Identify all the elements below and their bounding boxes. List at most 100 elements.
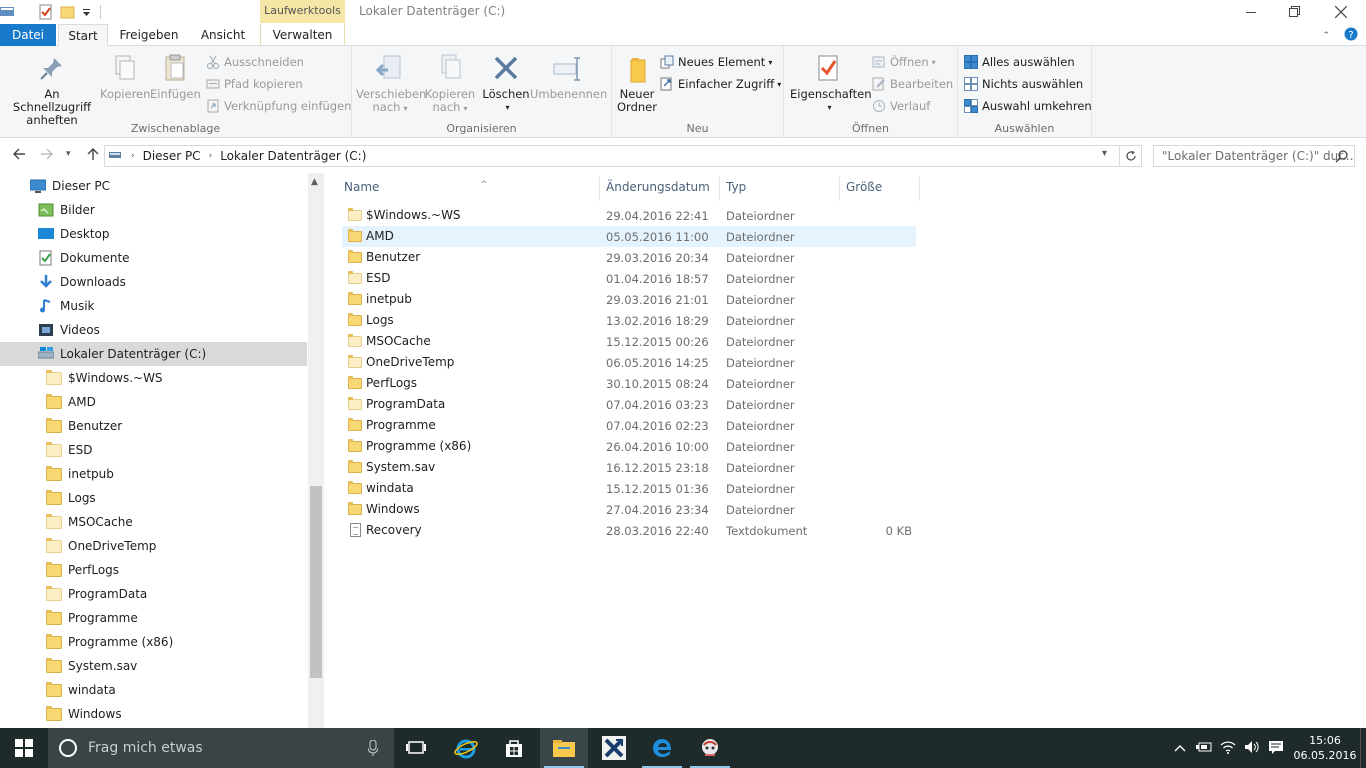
move-to-button[interactable]: Verschieben nach ▾ xyxy=(356,52,426,115)
paste-shortcut-button[interactable]: Verknüpfung einfügen xyxy=(206,96,351,116)
clock[interactable]: 15:06 06.05.2016 xyxy=(1290,733,1360,763)
cortana-search-box[interactable]: Frag mich etwas xyxy=(48,728,394,768)
task-view-button[interactable] xyxy=(392,728,440,768)
tab-verwalten[interactable]: Verwalten xyxy=(260,24,345,46)
tree-item[interactable]: OneDriveTemp xyxy=(0,534,307,558)
tree-item[interactable]: Programme (x86) xyxy=(0,630,307,654)
file-row[interactable]: $Windows.~WS 29.04.2016 22:41 Dateiordner xyxy=(342,205,916,226)
file-row[interactable]: Windows 27.04.2016 23:34 Dateiordner xyxy=(342,499,916,520)
breadcrumb-dieser-pc[interactable]: Dieser PC xyxy=(143,149,201,163)
tree-item[interactable]: ESD xyxy=(0,438,307,462)
tree-item[interactable]: inetpub xyxy=(0,462,307,486)
recent-locations-button[interactable]: ▾ xyxy=(66,149,71,159)
column-header-type[interactable]: Typ xyxy=(720,177,840,201)
tab-datei[interactable]: Datei xyxy=(0,24,56,46)
properties-button[interactable]: Eigenschaften ▾ xyxy=(790,52,872,114)
tree-item[interactable]: windata xyxy=(0,678,307,702)
file-row[interactable]: PerfLogs 30.10.2015 08:24 Dateiordner xyxy=(342,373,916,394)
copy-button[interactable]: Kopieren xyxy=(100,52,150,101)
properties-qat-icon[interactable] xyxy=(38,4,54,20)
tab-start[interactable]: Start xyxy=(58,24,108,47)
open-button[interactable]: Öffnen ▾ xyxy=(872,52,936,72)
tree-item[interactable]: Bilder xyxy=(0,198,307,222)
power-icon[interactable] xyxy=(1196,741,1212,756)
microphone-icon[interactable] xyxy=(367,739,379,759)
search-input[interactable]: "Lokaler Datenträger (C:)" dur... xyxy=(1153,145,1355,167)
column-header-name[interactable]: Name ^ xyxy=(338,177,600,201)
file-row[interactable]: ESD 01.04.2016 18:57 Dateiordner xyxy=(342,268,916,289)
select-all-button[interactable]: Alles auswählen xyxy=(964,52,1075,72)
tree-item[interactable]: PerfLogs xyxy=(0,558,307,582)
nav-scrollbar-thumb[interactable] xyxy=(310,486,322,678)
tree-item[interactable]: Benutzer xyxy=(0,414,307,438)
refresh-button[interactable] xyxy=(1120,145,1142,167)
tree-item[interactable]: $Windows.~WS xyxy=(0,366,307,390)
app-taskbar-button[interactable] xyxy=(590,728,638,768)
game-app-button[interactable] xyxy=(686,728,734,768)
copy-path-button[interactable]: Pfad kopieren xyxy=(206,74,303,94)
tree-item[interactable]: ProgramData xyxy=(0,582,307,606)
file-explorer-taskbar-button[interactable] xyxy=(540,728,588,768)
invert-selection-button[interactable]: Auswahl umkehren xyxy=(964,96,1092,116)
tree-item[interactable]: Programme xyxy=(0,606,307,630)
file-row[interactable]: Logs 13.02.2016 18:29 Dateiordner xyxy=(342,310,916,331)
address-history-dropdown[interactable]: ▾ xyxy=(1102,148,1107,159)
tab-ansicht[interactable]: Ansicht xyxy=(196,24,250,46)
file-row[interactable]: AMD 05.05.2016 11:00 Dateiordner xyxy=(342,226,916,247)
tree-item[interactable]: Logs xyxy=(0,486,307,510)
customize-qat-icon[interactable] xyxy=(82,4,92,20)
tree-item[interactable]: AMD xyxy=(0,390,307,414)
edit-button[interactable]: Bearbeiten xyxy=(872,74,953,94)
column-header-date[interactable]: Änderungsdatum xyxy=(600,177,720,201)
internet-explorer-button[interactable] xyxy=(442,728,490,768)
up-button[interactable] xyxy=(86,147,100,165)
rename-button[interactable]: Umbenennen xyxy=(530,52,607,101)
new-folder-button[interactable]: Neuer Ordner xyxy=(614,52,660,114)
show-hidden-icons-button[interactable] xyxy=(1174,741,1186,755)
address-bar[interactable]: › Dieser PC › Lokaler Datenträger (C:) ▾ xyxy=(104,145,1120,167)
select-none-button[interactable]: Nichts auswählen xyxy=(964,74,1083,94)
easy-access-button[interactable]: Einfacher Zugriff ▾ xyxy=(660,74,781,94)
new-folder-qat-icon[interactable] xyxy=(60,4,76,20)
restore-button[interactable] xyxy=(1272,0,1318,24)
tree-item[interactable]: Musik xyxy=(0,294,307,318)
file-row[interactable]: Programme 07.04.2016 02:23 Dateiordner xyxy=(342,415,916,436)
file-row[interactable]: MSOCache 15.12.2015 00:26 Dateiordner xyxy=(342,331,916,352)
delete-button[interactable]: Löschen ▾ xyxy=(482,52,530,114)
tab-freigeben[interactable]: Freigeben xyxy=(114,24,184,46)
edge-button[interactable] xyxy=(638,728,686,768)
tree-item[interactable]: Windows xyxy=(0,702,307,726)
pin-quick-access-button[interactable]: An Schnellzugriff anheften xyxy=(4,52,100,127)
tree-item[interactable]: Dieser PC xyxy=(0,174,307,198)
file-row[interactable]: inetpub 29.03.2016 21:01 Dateiordner xyxy=(342,289,916,310)
help-icon[interactable]: ? xyxy=(1344,27,1358,44)
tree-item[interactable]: Videos xyxy=(0,318,307,342)
tree-item[interactable]: Lokaler Datenträger (C:) xyxy=(0,342,307,366)
file-row[interactable]: OneDriveTemp 06.05.2016 14:25 Dateiordner xyxy=(342,352,916,373)
tree-item[interactable]: Desktop xyxy=(0,222,307,246)
file-row[interactable]: System.sav 16.12.2015 23:18 Dateiordner xyxy=(342,457,916,478)
show-desktop-button[interactable] xyxy=(1360,728,1366,768)
tree-item[interactable]: Downloads xyxy=(0,270,307,294)
cut-button[interactable]: Ausschneiden xyxy=(206,52,304,72)
file-row[interactable]: ProgramData 07.04.2016 03:23 Dateiordner xyxy=(342,394,916,415)
close-button[interactable] xyxy=(1318,0,1364,24)
file-row[interactable]: Recovery 28.03.2016 22:40 Textdokument 0 KB xyxy=(342,520,916,541)
file-row[interactable]: Programme (x86) 26.04.2016 10:00 Dateiordn… xyxy=(342,436,916,457)
breadcrumb-local-drive[interactable]: Lokaler Datenträger (C:) xyxy=(220,149,366,163)
notifications-icon[interactable] xyxy=(1268,740,1284,757)
tree-item[interactable]: System.sav xyxy=(0,654,307,678)
wifi-icon[interactable] xyxy=(1220,740,1236,757)
tree-item[interactable]: Dokumente xyxy=(0,246,307,270)
tree-item[interactable]: MSOCache xyxy=(0,510,307,534)
scroll-up-arrow-icon[interactable]: ▲ xyxy=(311,177,318,187)
store-button[interactable] xyxy=(490,728,538,768)
history-button[interactable]: Verlauf xyxy=(872,96,930,116)
forward-button[interactable] xyxy=(40,147,54,165)
minimize-button[interactable] xyxy=(1228,0,1274,24)
file-row[interactable]: windata 15.12.2015 01:36 Dateiordner xyxy=(342,478,916,499)
back-button[interactable] xyxy=(12,147,26,165)
nav-scrollbar[interactable]: ▲ xyxy=(308,173,324,728)
new-item-button[interactable]: Neues Element ▾ xyxy=(660,52,772,72)
search-icon[interactable] xyxy=(1335,149,1349,169)
